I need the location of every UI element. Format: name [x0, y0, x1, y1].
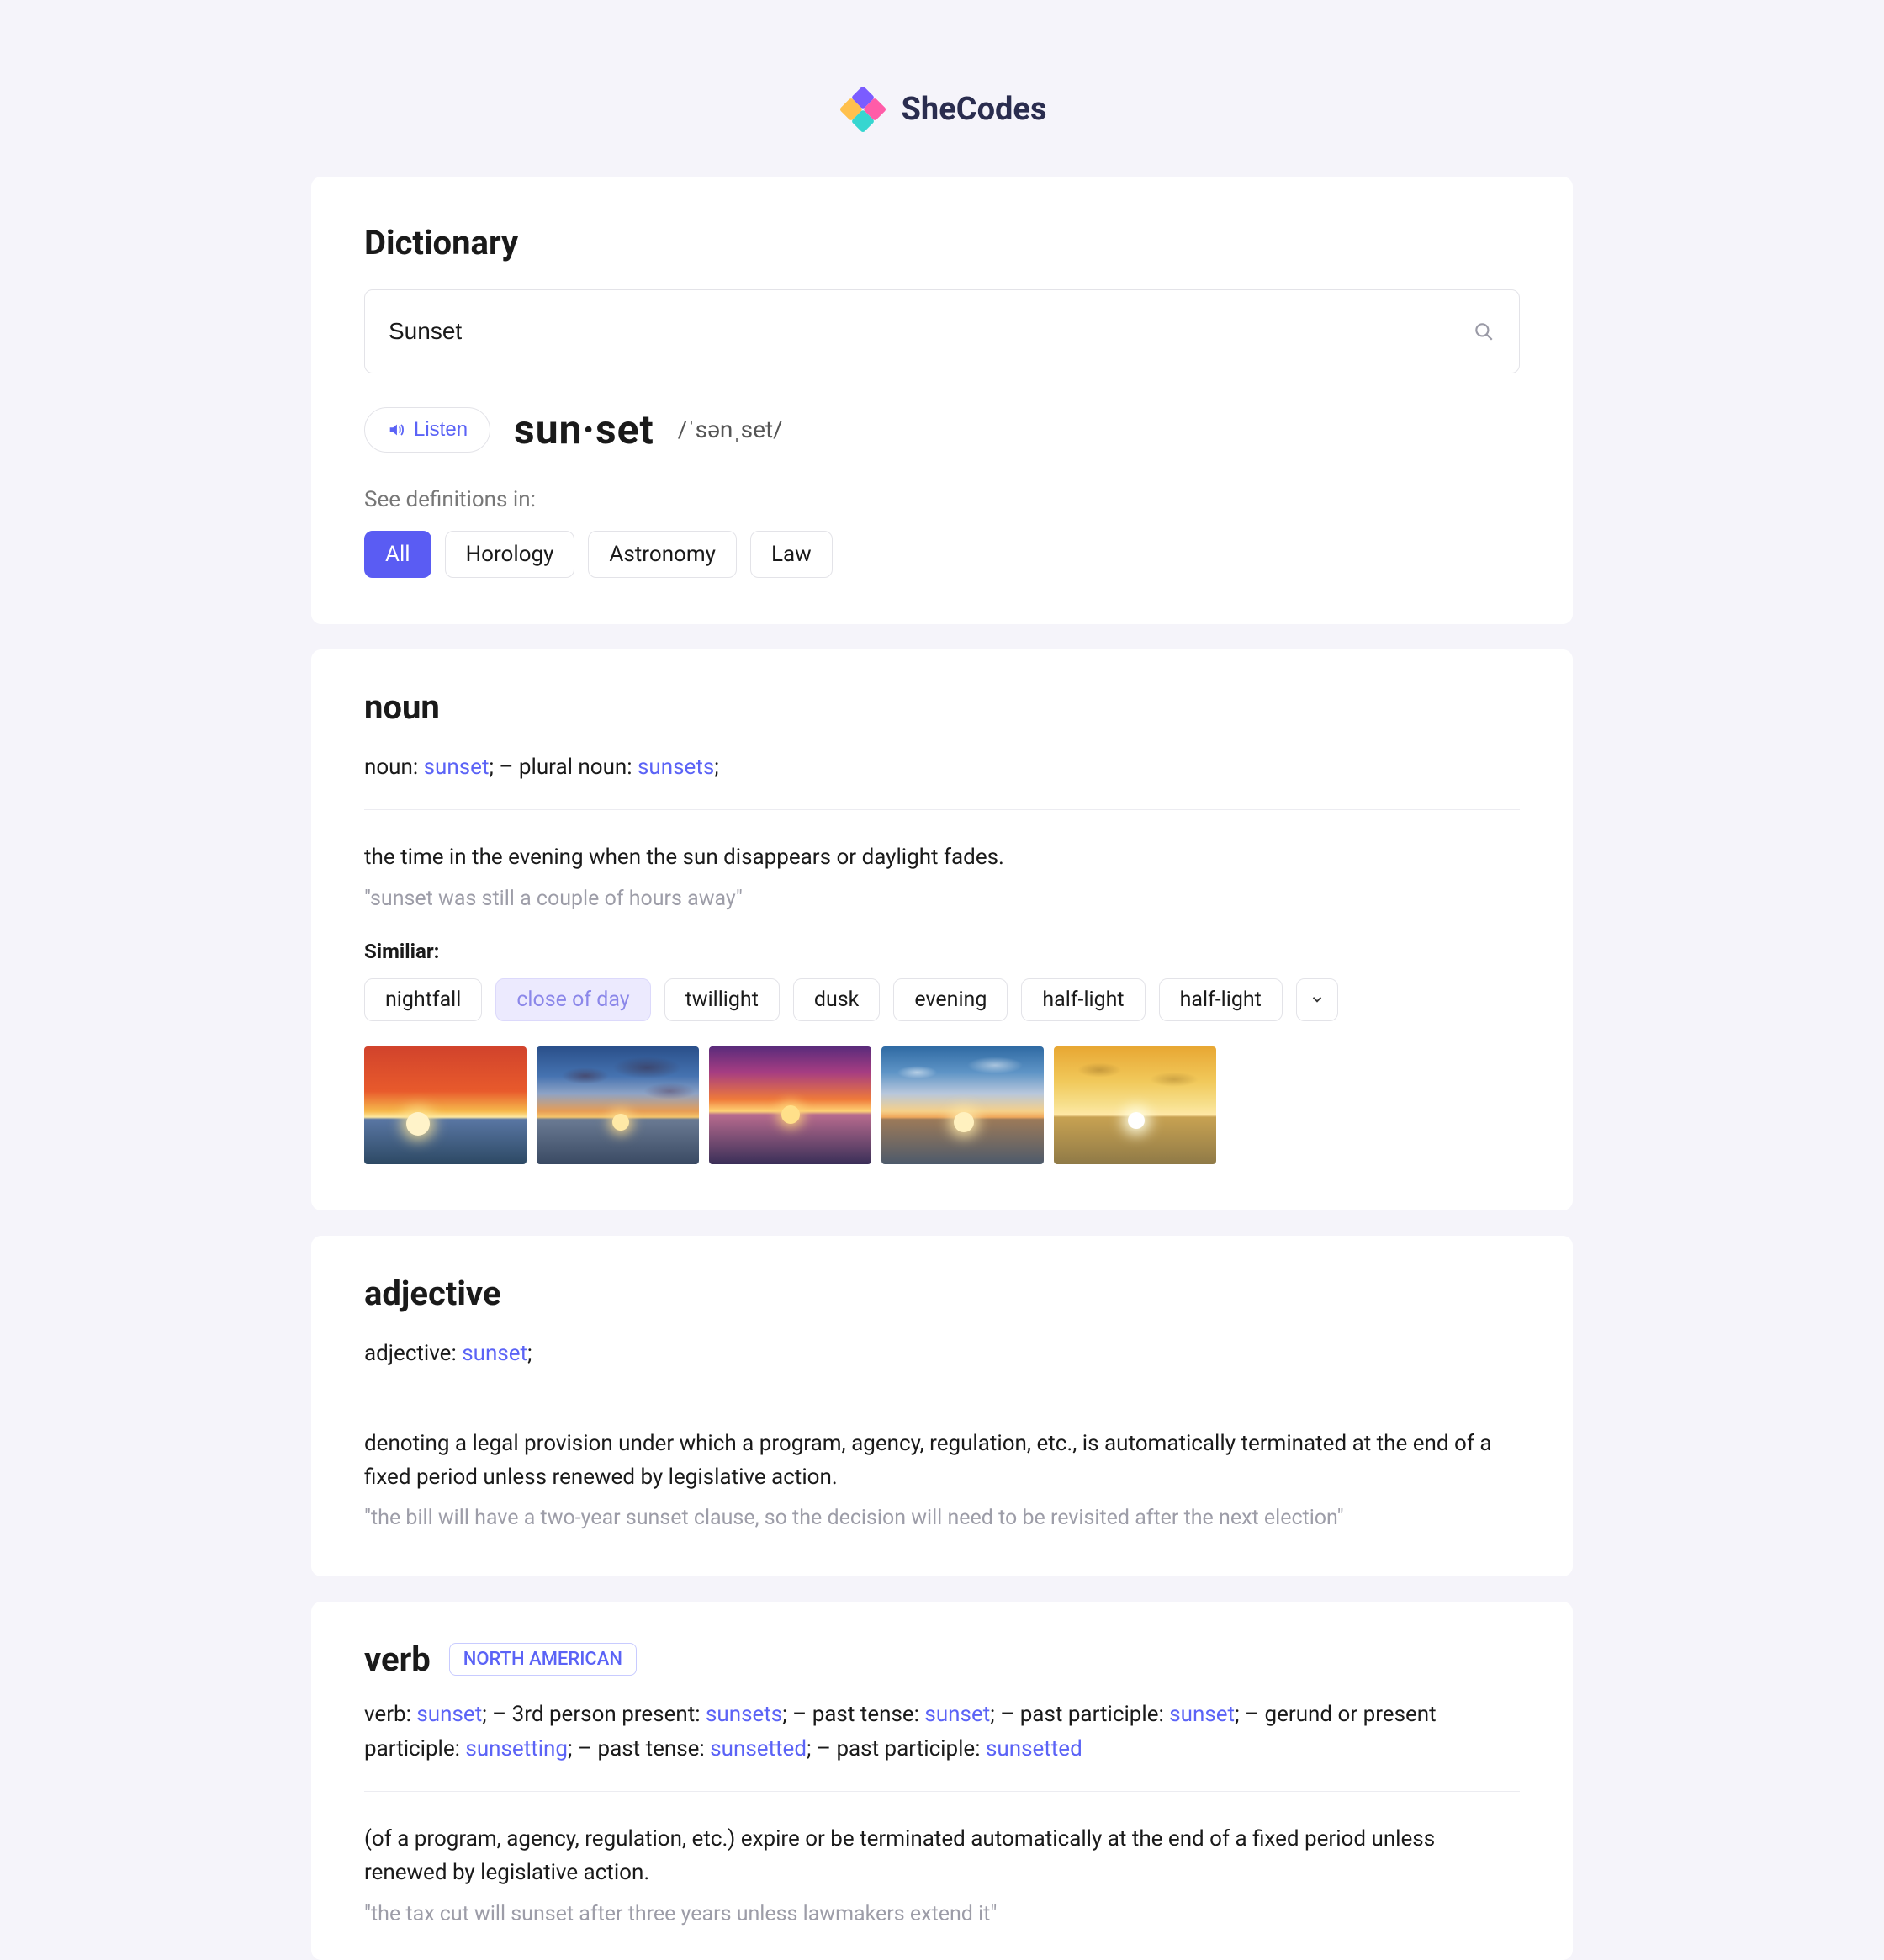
verb-card: verb NORTH AMERICAN verb: sunset; – 3rd … [311, 1602, 1573, 1959]
category-pills: All Horology Astronomy Law [364, 531, 1520, 578]
verb-forms: verb: sunset; – 3rd person present: suns… [364, 1698, 1520, 1766]
region-badge: NORTH AMERICAN [449, 1643, 637, 1676]
pos-heading-noun: noun [364, 687, 1520, 727]
adjective-definition: denoting a legal provision under which a… [364, 1427, 1520, 1495]
similar-chip[interactable]: nightfall [364, 978, 482, 1021]
similar-chip[interactable]: twillight [664, 978, 780, 1021]
similar-chip[interactable]: dusk [793, 978, 880, 1021]
image-row [364, 1046, 1520, 1164]
category-pill-all[interactable]: All [364, 531, 431, 578]
noun-forms: noun: sunset; – plural noun: sunsets; [364, 750, 1520, 784]
noun-definition: the time in the evening when the sun dis… [364, 840, 1520, 874]
listen-label: Listen [414, 418, 468, 442]
similar-chip[interactable]: half-light [1159, 978, 1283, 1021]
adjective-example: "the bill will have a two-year sunset cl… [364, 1506, 1520, 1530]
category-pill-astronomy[interactable]: Astronomy [588, 531, 737, 578]
similar-chip[interactable]: evening [893, 978, 1008, 1021]
noun-card: noun noun: sunset; – plural noun: sunset… [311, 649, 1573, 1210]
verb-definition: (of a program, agency, regulation, etc.)… [364, 1822, 1520, 1890]
similar-row: nightfall close of day twillight dusk evenin… [364, 978, 1520, 1021]
brand-name: SheCodes [902, 91, 1047, 128]
dictionary-header-card: Dictionary Listen sun·set [311, 177, 1573, 624]
volume-icon [387, 421, 405, 439]
search-icon[interactable] [1472, 320, 1495, 343]
search-input[interactable] [389, 318, 1472, 345]
adjective-card: adjective adjective: sunset; denoting a … [311, 1236, 1573, 1577]
sunset-image[interactable] [709, 1046, 871, 1164]
adjective-forms: adjective: sunset; [364, 1337, 1520, 1370]
search-field[interactable] [364, 289, 1520, 373]
logo-icon [838, 84, 888, 135]
brand-logo: SheCodes [311, 84, 1573, 135]
sunset-image[interactable] [881, 1046, 1044, 1164]
pos-heading-verb: verb [364, 1640, 431, 1679]
pos-heading-adjective: adjective [364, 1274, 1520, 1313]
pronunciation: /ˈsənˌset/ [678, 416, 783, 443]
similar-chip[interactable]: half-light [1021, 978, 1145, 1021]
category-pill-law[interactable]: Law [750, 531, 833, 578]
category-pill-horology[interactable]: Horology [445, 531, 575, 578]
headword: sun·set [514, 405, 654, 453]
sunset-image[interactable] [364, 1046, 527, 1164]
see-definitions-label: See definitions in: [364, 487, 1520, 512]
listen-button[interactable]: Listen [364, 407, 490, 453]
page-title: Dictionary [364, 223, 1520, 262]
chevron-down-icon[interactable] [1296, 978, 1338, 1021]
similar-label: Similiar: [364, 940, 1520, 963]
sunset-image[interactable] [537, 1046, 699, 1164]
noun-example: "sunset was still a couple of hours away… [364, 887, 1520, 911]
similar-chip[interactable]: close of day [495, 978, 650, 1021]
verb-example: "the tax cut will sunset after three yea… [364, 1902, 1520, 1926]
sunset-image[interactable] [1054, 1046, 1216, 1164]
